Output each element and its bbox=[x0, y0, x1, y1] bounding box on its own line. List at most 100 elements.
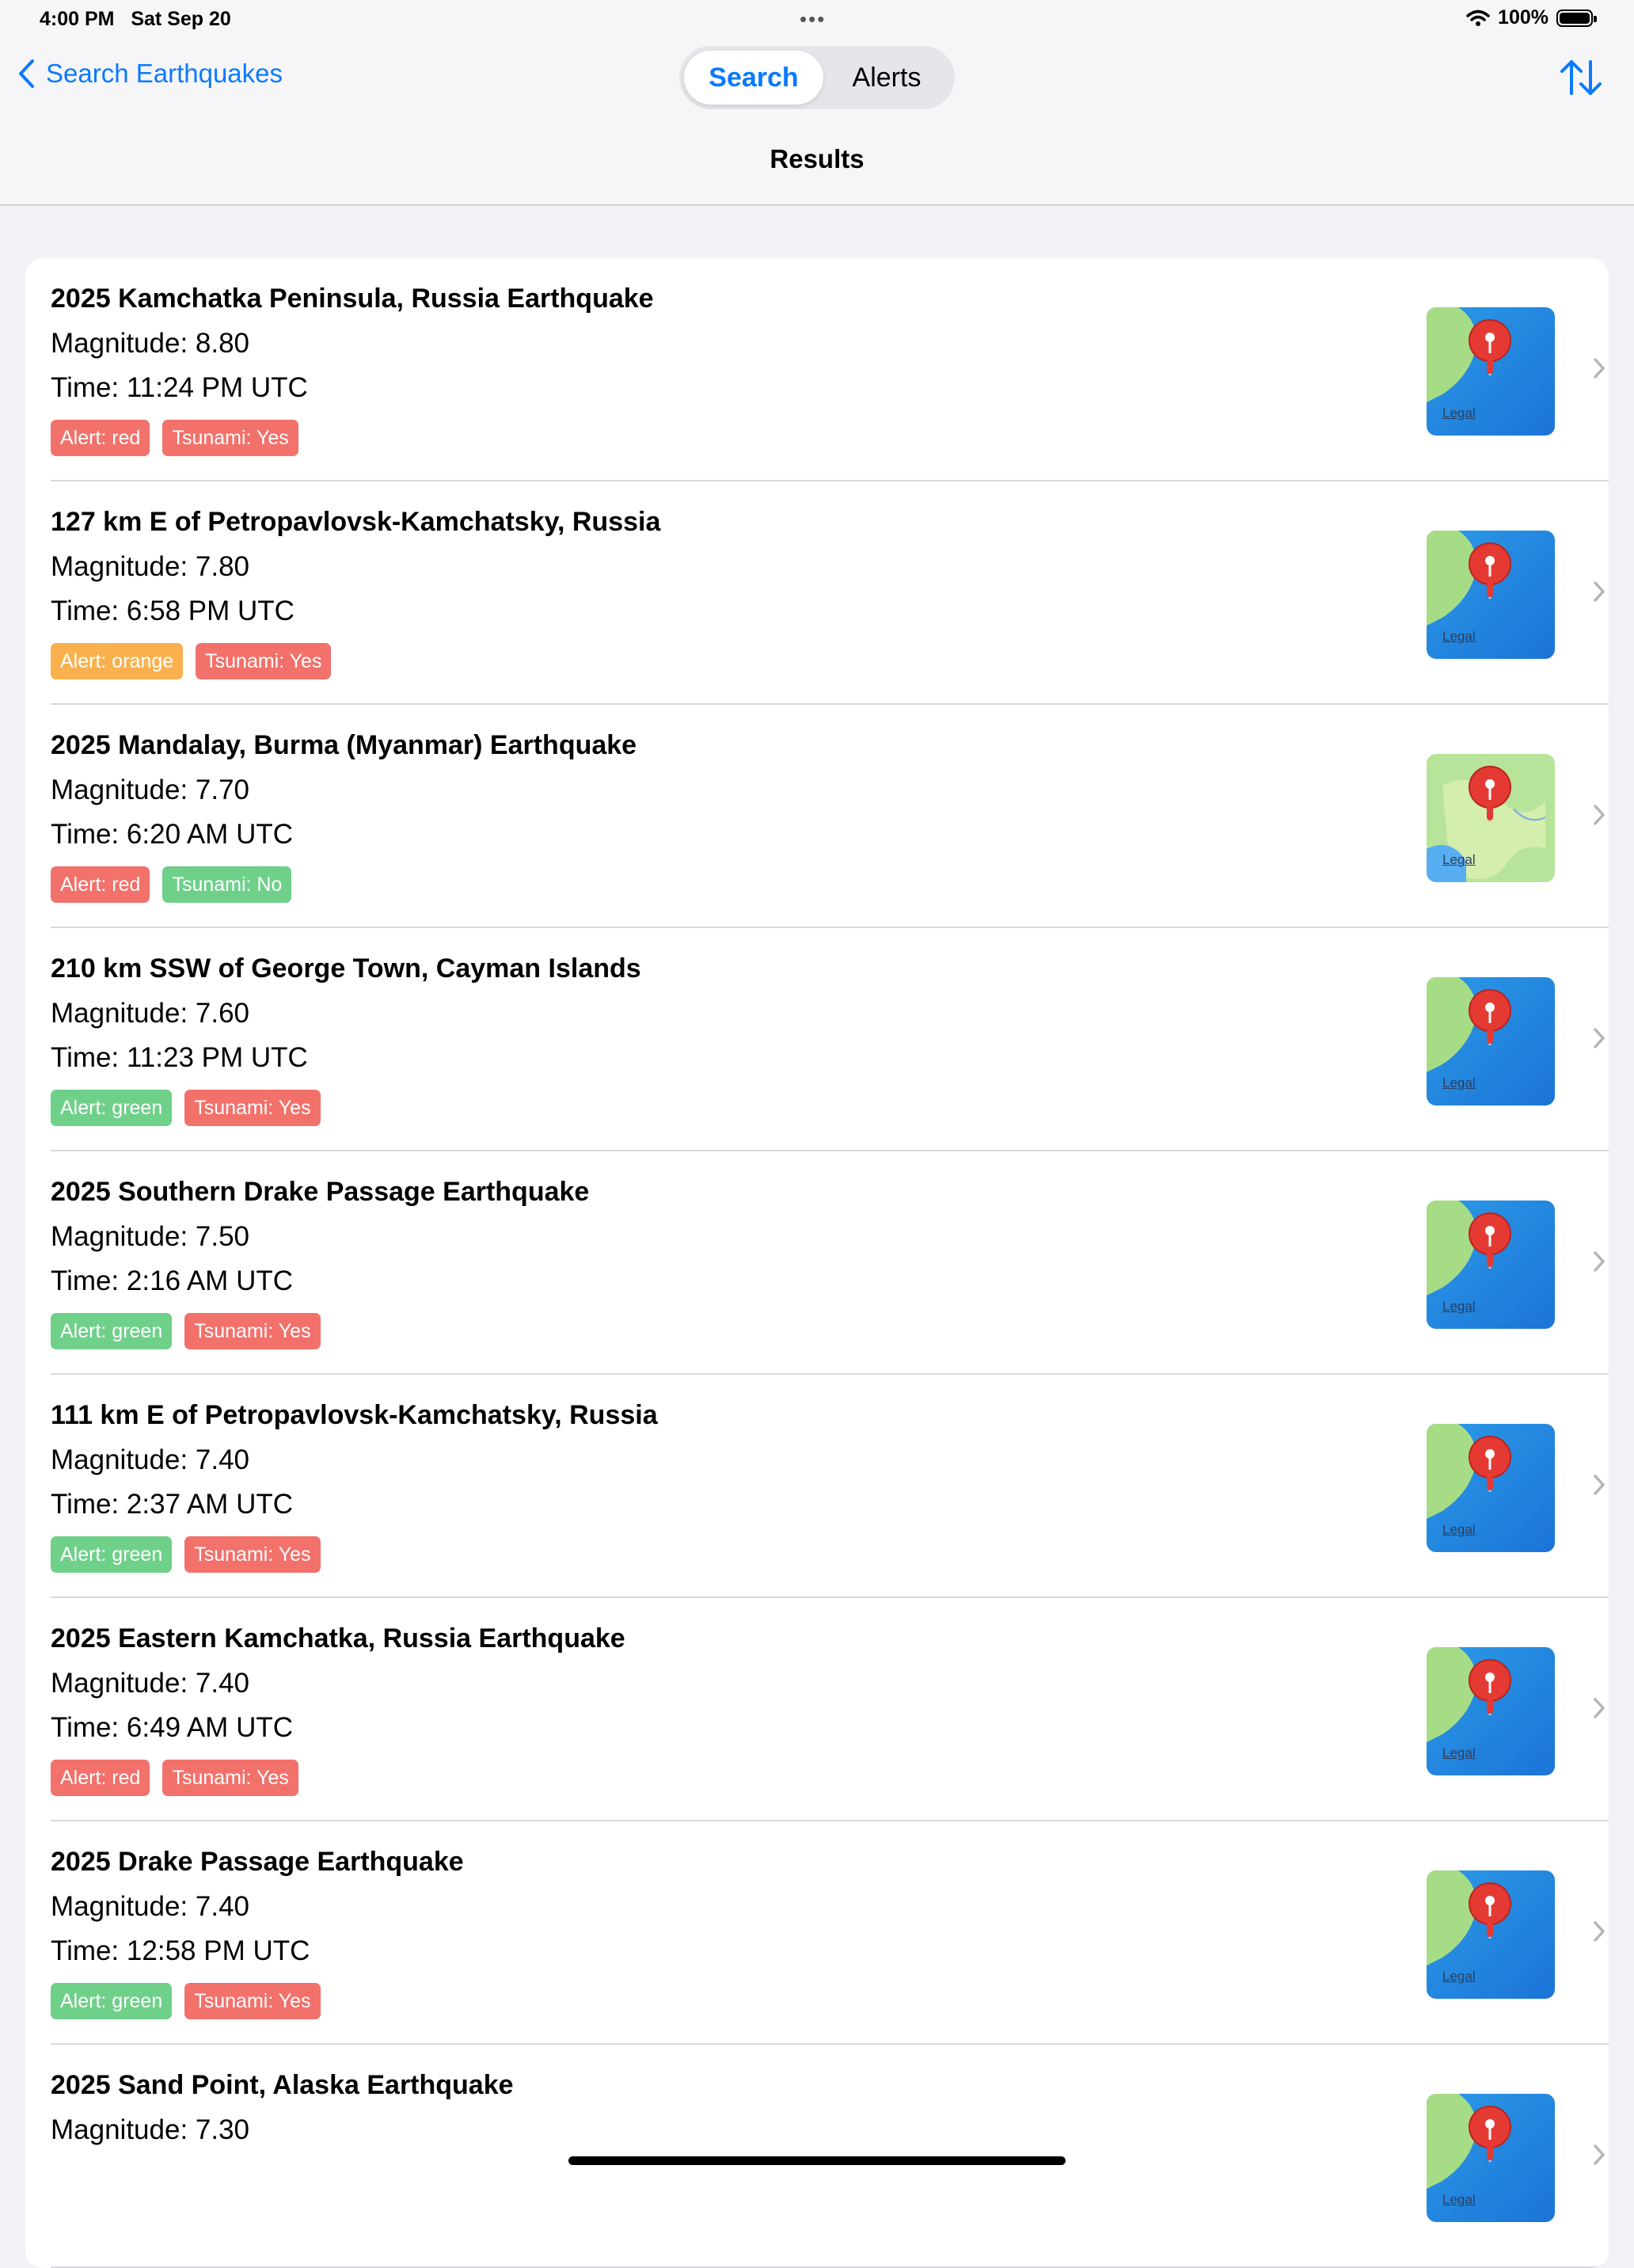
result-row-6[interactable]: 111 km E of Petropavlovsk-Kamchatsky, Ru… bbox=[25, 1375, 1609, 1598]
badge-group: Alert: green Tsunami: Yes bbox=[51, 1313, 321, 1349]
legal-link[interactable]: Legal bbox=[1442, 1969, 1476, 1984]
time-text: Time: 11:24 PM UTC bbox=[51, 372, 308, 403]
map-thumbnail: Legal bbox=[1427, 1424, 1555, 1552]
tsunami-badge: Tsunami: Yes bbox=[184, 1536, 321, 1573]
back-button[interactable]: Search Earthquakes bbox=[17, 59, 283, 89]
status-time: 4:00 PM Sat Sep 20 bbox=[40, 8, 231, 30]
legal-link[interactable]: Legal bbox=[1442, 629, 1476, 645]
alert-badge: Alert: green bbox=[51, 1536, 173, 1573]
legal-link[interactable]: Legal bbox=[1442, 405, 1476, 421]
earthquake-title: 2025 Mandalay, Burma (Myanmar) Earthquak… bbox=[51, 730, 637, 760]
time-text: Time: 6:49 AM UTC bbox=[51, 1712, 293, 1743]
badge-group: Alert: orange Tsunami: Yes bbox=[51, 643, 332, 679]
time-text: Time: 11:23 PM UTC bbox=[51, 1042, 308, 1073]
chevron-right-icon bbox=[1594, 805, 1605, 825]
chevron-right-icon bbox=[1594, 1028, 1605, 1048]
result-row-4[interactable]: 210 km SSW of George Town, Cayman Island… bbox=[25, 928, 1609, 1151]
map-thumbnail: Legal bbox=[1427, 1201, 1555, 1329]
tsunami-badge: Tsunami: Yes bbox=[162, 1760, 298, 1796]
map-thumbnail: Legal bbox=[1427, 977, 1555, 1105]
chevron-right-icon bbox=[1594, 2144, 1605, 2165]
time-text: Time: 12:58 PM UTC bbox=[51, 1935, 310, 1966]
chevron-right-icon bbox=[1594, 581, 1605, 602]
magnitude-text: Magnitude: 7.70 bbox=[51, 774, 250, 805]
legal-link[interactable]: Legal bbox=[1442, 1745, 1476, 1761]
magnitude-text: Magnitude: 7.40 bbox=[51, 1891, 250, 1922]
status-bar: 4:00 PM Sat Sep 20 ••• 100% bbox=[0, 0, 1634, 40]
result-row-7[interactable]: 2025 Eastern Kamchatka, Russia Earthquak… bbox=[25, 1598, 1609, 1821]
earthquake-title: 127 km E of Petropavlovsk-Kamchatsky, Ru… bbox=[51, 507, 661, 537]
time-text: Time: 6:20 AM UTC bbox=[51, 819, 293, 850]
result-row-8[interactable]: 2025 Drake Passage Earthquake Magnitude:… bbox=[25, 1821, 1609, 2045]
earthquake-title: 2025 Southern Drake Passage Earthquake bbox=[51, 1177, 590, 1207]
sort-button[interactable] bbox=[1558, 55, 1604, 100]
chevron-left-icon bbox=[19, 59, 34, 88]
segment-search[interactable]: Search bbox=[684, 51, 823, 105]
result-row-1[interactable]: 2025 Kamchatka Peninsula, Russia Earthqu… bbox=[25, 258, 1609, 481]
alert-badge: Alert: red bbox=[51, 1760, 150, 1796]
chevron-right-icon bbox=[1594, 1698, 1605, 1718]
time-text: Time: 2:37 AM UTC bbox=[51, 1489, 293, 1520]
badge-group: Alert: green Tsunami: Yes bbox=[51, 1090, 321, 1126]
magnitude-text: Magnitude: 7.80 bbox=[51, 551, 250, 582]
map-thumbnail: Legal bbox=[1427, 2094, 1555, 2222]
tsunami-badge: Tsunami: Yes bbox=[184, 1313, 321, 1349]
badge-group: Alert: red Tsunami: Yes bbox=[51, 420, 298, 456]
chevron-right-icon bbox=[1594, 1475, 1605, 1495]
home-indicator[interactable] bbox=[568, 2156, 1066, 2165]
legal-link[interactable]: Legal bbox=[1442, 1075, 1476, 1091]
time-text: Time: 2:16 AM UTC bbox=[51, 1265, 293, 1296]
result-row-3[interactable]: 2025 Mandalay, Burma (Myanmar) Earthquak… bbox=[25, 705, 1609, 928]
tsunami-badge: Tsunami: Yes bbox=[184, 1983, 321, 2019]
chevron-right-icon bbox=[1594, 1921, 1605, 1942]
sort-arrows-icon bbox=[1560, 60, 1602, 95]
back-label: Search Earthquakes bbox=[46, 59, 283, 88]
earthquake-title: 2025 Eastern Kamchatka, Russia Earthquak… bbox=[51, 1623, 625, 1653]
segment-alerts[interactable]: Alerts bbox=[823, 51, 950, 105]
alert-badge: Alert: red bbox=[51, 866, 150, 903]
magnitude-text: Magnitude: 7.60 bbox=[51, 998, 250, 1029]
map-thumbnail: Legal bbox=[1427, 307, 1555, 436]
tsunami-badge: Tsunami: Yes bbox=[184, 1090, 321, 1126]
chevron-right-icon bbox=[1594, 1251, 1605, 1272]
status-right: 100% bbox=[1466, 6, 1597, 29]
badge-group: Alert: red Tsunami: No bbox=[51, 866, 292, 903]
magnitude-text: Magnitude: 8.80 bbox=[51, 328, 250, 359]
multitasking-dots-icon[interactable]: ••• bbox=[800, 7, 826, 32]
magnitude-text: Magnitude: 7.40 bbox=[51, 1444, 250, 1475]
alert-badge: Alert: orange bbox=[51, 643, 184, 679]
badge-group: Alert: green Tsunami: Yes bbox=[51, 1983, 321, 2019]
earthquake-title: 2025 Drake Passage Earthquake bbox=[51, 1847, 464, 1877]
magnitude-text: Magnitude: 7.40 bbox=[51, 1668, 250, 1699]
result-row-2[interactable]: 127 km E of Petropavlovsk-Kamchatsky, Ru… bbox=[25, 481, 1609, 705]
map-thumbnail: Legal bbox=[1427, 531, 1555, 659]
battery-icon bbox=[1556, 9, 1597, 27]
wifi-icon bbox=[1466, 10, 1490, 26]
tsunami-badge: Tsunami: Yes bbox=[162, 420, 298, 456]
legal-link[interactable]: Legal bbox=[1442, 852, 1476, 868]
earthquake-title: 111 km E of Petropavlovsk-Kamchatsky, Ru… bbox=[51, 1400, 658, 1430]
map-thumbnail: Legal bbox=[1427, 1647, 1555, 1775]
alert-badge: Alert: green bbox=[51, 1090, 173, 1126]
result-row-5[interactable]: 2025 Southern Drake Passage Earthquake M… bbox=[25, 1151, 1609, 1375]
alert-badge: Alert: green bbox=[51, 1983, 173, 2019]
badge-group: Alert: green Tsunami: Yes bbox=[51, 1536, 321, 1573]
badge-group: Alert: red Tsunami: Yes bbox=[51, 1760, 298, 1796]
map-thumbnail: Legal bbox=[1427, 1870, 1555, 1999]
legal-link[interactable]: Legal bbox=[1442, 1299, 1476, 1315]
magnitude-text: Magnitude: 7.30 bbox=[51, 2114, 250, 2145]
legal-link[interactable]: Legal bbox=[1442, 1522, 1476, 1538]
alert-badge: Alert: green bbox=[51, 1313, 173, 1349]
time-text: Time: 6:58 PM UTC bbox=[51, 596, 294, 626]
earthquake-title: 2025 Sand Point, Alaska Earthquake bbox=[51, 2070, 514, 2100]
magnitude-text: Magnitude: 7.50 bbox=[51, 1221, 250, 1252]
segmented-control: Search Alerts bbox=[679, 46, 955, 109]
alert-badge: Alert: red bbox=[51, 420, 150, 456]
results-list: 2025 Kamchatka Peninsula, Russia Earthqu… bbox=[25, 258, 1609, 2268]
page-title: Results bbox=[770, 144, 864, 173]
earthquake-title: 2025 Kamchatka Peninsula, Russia Earthqu… bbox=[51, 284, 654, 314]
legal-link[interactable]: Legal bbox=[1442, 2192, 1476, 2208]
earthquake-title: 210 km SSW of George Town, Cayman Island… bbox=[51, 953, 641, 984]
chevron-right-icon bbox=[1594, 358, 1605, 379]
tsunami-badge: Tsunami: Yes bbox=[196, 643, 332, 679]
